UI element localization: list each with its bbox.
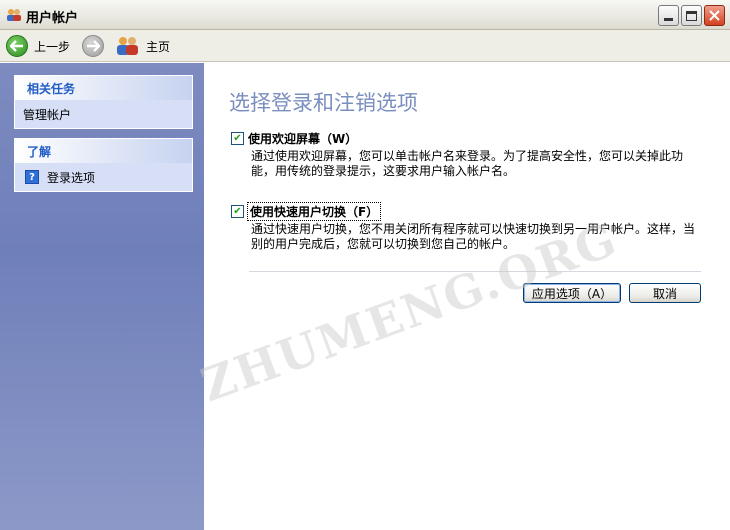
window-title: 用户帐户: [26, 11, 79, 26]
fast-user-switching-label[interactable]: 使用快速用户切换（F）: [246, 202, 382, 221]
back-button[interactable]: 上一步: [6, 34, 70, 58]
back-arrow-icon: [6, 35, 28, 57]
maximize-icon: [686, 10, 697, 21]
help-icon: ?: [25, 170, 39, 184]
learn-about-heading: 了解: [15, 139, 192, 163]
main-content: 选择登录和注销选项 ✔ 使用欢迎屏幕（W） 通过使用欢迎屏幕，您可以单击帐户名来…: [205, 63, 730, 530]
learn-about-panel: 了解 ? 登录选项: [14, 138, 193, 192]
fast-user-switching-description-line2: 别的用户完成后，您就可以切换到您自己的帐户。: [251, 237, 516, 251]
welcome-screen-label[interactable]: 使用欢迎屏幕（W）: [248, 130, 357, 147]
apply-options-button[interactable]: 应用选项（A）: [523, 283, 621, 303]
related-tasks-heading: 相关任务: [15, 76, 192, 100]
logon-options-link[interactable]: ? 登录选项: [23, 168, 184, 186]
task-pane: 相关任务 管理帐户 了解 ? 登录选项: [0, 63, 204, 530]
forward-button[interactable]: [82, 34, 104, 58]
welcome-screen-description-line1: 通过使用欢迎屏幕，您可以单击帐户名来登录。为了提高安全性，您可以关掉此功: [251, 149, 684, 163]
divider: [249, 271, 701, 272]
checkmark-icon: ✔: [233, 206, 242, 217]
minimize-icon: [664, 18, 673, 21]
manage-accounts-link[interactable]: 管理帐户: [23, 105, 184, 123]
welcome-screen-description-line2: 能，用传统的登录提示，这要求用户输入帐户名。: [251, 164, 516, 178]
close-icon: [709, 10, 720, 21]
forward-arrow-icon: [82, 35, 104, 57]
related-tasks-panel: 相关任务 管理帐户: [14, 75, 193, 129]
users-icon: [7, 9, 21, 21]
fast-user-switching-option: ✔ 使用快速用户切换（F） 通过快速用户切换，您不用关闭所有程序就可以快速切换到…: [231, 202, 701, 252]
related-tasks-body: 管理帐户: [15, 100, 192, 128]
welcome-screen-option: ✔ 使用欢迎屏幕（W） 通过使用欢迎屏幕，您可以单击帐户名来登录。为了提高安全性…: [231, 130, 701, 179]
welcome-screen-checkbox[interactable]: ✔: [231, 132, 244, 145]
title-bar: 用户帐户: [0, 0, 730, 30]
welcome-screen-description: 通过使用欢迎屏幕，您可以单击帐户名来登录。为了提高安全性，您可以关掉此功 能，用…: [251, 149, 701, 179]
minimize-button[interactable]: [658, 5, 679, 26]
checkmark-icon: ✔: [233, 133, 242, 144]
home-button[interactable]: 主页: [116, 34, 170, 58]
cancel-button[interactable]: 取消: [629, 283, 701, 303]
users-home-icon: [117, 37, 138, 55]
page-title: 选择登录和注销选项: [229, 91, 418, 115]
fast-user-switching-description-line1: 通过快速用户切换，您不用关闭所有程序就可以快速切换到另一用户帐户。这样，当: [251, 222, 696, 236]
home-label: 主页: [146, 39, 171, 54]
fast-user-switching-checkbox[interactable]: ✔: [231, 205, 244, 218]
toolbar: 上一步 主页: [0, 30, 730, 62]
back-label: 上一步: [34, 39, 71, 54]
fast-user-switching-description: 通过快速用户切换，您不用关闭所有程序就可以快速切换到另一用户帐户。这样，当 别的…: [251, 222, 701, 252]
close-button[interactable]: [704, 5, 725, 26]
learn-about-body: ? 登录选项: [15, 163, 192, 191]
logon-options-label: 登录选项: [47, 170, 96, 185]
maximize-button[interactable]: [681, 5, 702, 26]
